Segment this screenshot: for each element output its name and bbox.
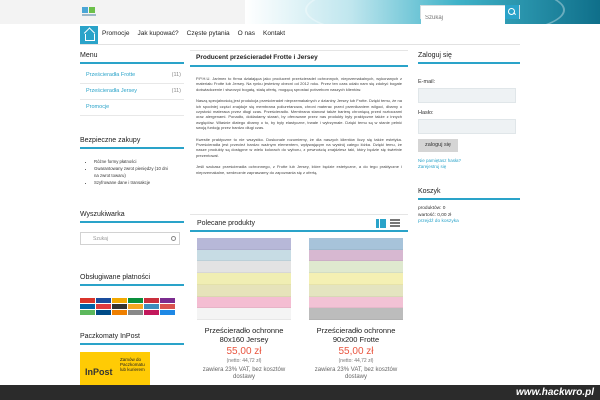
sheet-stripe — [309, 273, 403, 285]
menu-item-jersey[interactable]: Prześcieradła Jersey (11) — [80, 84, 184, 100]
menu-item-count: (11) — [171, 72, 181, 78]
menu-item-count: (11) — [171, 88, 181, 94]
register-link[interactable]: Zarejestruj się — [418, 164, 520, 170]
nav-divider — [80, 44, 520, 45]
email-label: E-mail: — [418, 79, 436, 85]
password-field[interactable] — [418, 119, 516, 134]
sheet-stripe — [197, 284, 291, 297]
article-paragraph: Naszą specjalnością jest produkcja prześ… — [196, 98, 402, 131]
inpost-logo: InPost — [85, 367, 113, 377]
sheet-stripe — [309, 238, 403, 250]
nav-item-o-nas[interactable]: O nas — [238, 30, 255, 37]
safe-shopping-box: Bezpieczne zakupy Różne formy płatności … — [80, 137, 184, 186]
menu-item-frotte[interactable]: Prześcieradła Frotte (11) — [80, 68, 184, 84]
nav-item-kontakt[interactable]: Kontakt — [263, 30, 285, 37]
header-search — [420, 5, 520, 24]
payments-title: Obsługiwane płatności — [80, 274, 184, 286]
cart-box: Koszyk produktów: 0 wartość: 0,00 zł prz… — [418, 188, 520, 226]
payment-logos — [80, 298, 184, 315]
product-net-price: (netto: 44,72 zł) — [226, 358, 262, 364]
sheet-stripe — [309, 284, 403, 297]
featured-header: Polecane produkty — [190, 214, 408, 232]
product-vat-info: zawiera 23% VAT, bez kosztów dostawy — [202, 367, 286, 380]
page-title: Producent prześcieradeł Frotte i Jersey — [190, 50, 408, 67]
article-paragraph: P.P.H.U. Jarimex to firma działająca jak… — [196, 76, 402, 92]
list-item: Szyfrowane dane i transakcje — [94, 179, 184, 186]
list-item: na zwrot towaru) — [94, 173, 126, 178]
grid-view-icon[interactable] — [376, 219, 386, 228]
sheet-stripe — [309, 296, 403, 309]
sidebar-search-input[interactable]: Szukaj — [80, 232, 180, 245]
safe-shopping-title: Bezpieczne zakupy — [80, 137, 184, 149]
featured-title: Polecane produkty — [197, 220, 255, 227]
menu-title: Menu — [80, 52, 184, 64]
product-image[interactable] — [309, 238, 403, 320]
article-paragraph: Jeśli szukasz prześcieradła ochronnego, … — [196, 164, 402, 175]
watermark-text: www.hackwro.pl — [516, 387, 594, 398]
login-title: Zaloguj się — [418, 52, 520, 64]
top-bar — [0, 0, 600, 24]
menu-item-label: Prześcieradła Jersey — [86, 88, 138, 94]
product-card[interactable]: Prześcieradło ochronne 90x200 Frotte 55,… — [306, 238, 406, 399]
sheet-stripe — [309, 249, 403, 262]
product-vat-info: zawiera 23% VAT, bez kosztów dostawy — [314, 367, 398, 380]
search-box: Wyszukiwarka Szukaj — [80, 211, 184, 245]
content-article: Producent prześcieradeł Frotte i Jersey … — [190, 50, 408, 175]
sheet-stripe — [197, 238, 291, 250]
site-logo[interactable] — [82, 7, 96, 17]
nav-item-jak-kupowac[interactable]: Jak kupować? — [137, 30, 178, 37]
sheet-stripe — [197, 273, 291, 285]
product-name[interactable]: Prześcieradło ochronne 80x160 Jersey — [194, 326, 294, 344]
inpost-desc: Zamów do Paczkomatu lub kurierem — [120, 357, 145, 372]
search-box-title: Wyszukiwarka — [80, 211, 184, 223]
search-icon[interactable] — [171, 236, 176, 241]
inpost-title: Paczkomaty InPost — [80, 333, 184, 345]
sheet-stripe — [197, 249, 291, 262]
header-search-input[interactable] — [421, 12, 505, 24]
menu-item-promocje[interactable]: Promocje — [80, 100, 184, 116]
password-label: Hasło: — [418, 110, 434, 116]
menu-item-label: Promocje — [86, 104, 110, 110]
product-name[interactable]: Prześcieradło ochronne 90x200 Frotte — [306, 326, 406, 344]
nav-item-promocje[interactable]: Promocje — [102, 30, 129, 37]
sheet-stripe — [197, 296, 291, 309]
product-price: 55,00 zł — [226, 346, 262, 357]
sheet-stripe — [309, 261, 403, 274]
product-price: 55,00 zł — [338, 346, 374, 357]
cart-summary: produktów: 0 wartość: 0,00 zł przejdź do… — [418, 206, 520, 226]
menu-item-label: Prześcieradła Frotte — [86, 72, 136, 78]
product-net-price: (netto: 44,72 zł) — [338, 358, 374, 364]
search-placeholder: Szukaj — [93, 236, 109, 242]
menu-box: Menu Prześcieradła Frotte (11) Prześcier… — [80, 52, 184, 116]
list-item: Różne formy płatności — [94, 158, 184, 165]
cart-title: Koszyk — [418, 188, 520, 200]
go-to-cart-link[interactable]: przejdź do koszyka — [418, 219, 520, 226]
home-icon[interactable] — [80, 26, 98, 44]
list-view-icon[interactable] — [390, 219, 400, 228]
article-paragraph: Kwestie praktyczne to nie wszystko. Dosk… — [196, 136, 402, 158]
nav-item-faq[interactable]: Częste pytania — [187, 30, 230, 37]
list-item: Gwarantowany zwrot pieniędzy (10 dni — [94, 165, 184, 172]
product-card[interactable]: Prześcieradło ochronne 80x160 Jersey 55,… — [194, 238, 294, 399]
email-field[interactable] — [418, 88, 516, 103]
main-nav: Promocje Jak kupować? Częste pytania O n… — [80, 26, 520, 44]
sheet-stripe — [309, 308, 403, 320]
product-image[interactable] — [197, 238, 291, 320]
watermark-bar: www.hackwro.pl — [0, 385, 600, 400]
sheet-stripe — [197, 308, 291, 320]
search-icon[interactable] — [505, 5, 519, 19]
safe-shopping-list: Różne formy płatności Gwarantowany zwrot… — [80, 158, 184, 186]
login-button[interactable]: zaloguj się — [418, 139, 458, 152]
login-box: Zaloguj się E-mail: Hasło: zaloguj się N… — [418, 52, 520, 170]
sheet-stripe — [197, 261, 291, 274]
payments-box: Obsługiwane płatności — [80, 274, 184, 315]
